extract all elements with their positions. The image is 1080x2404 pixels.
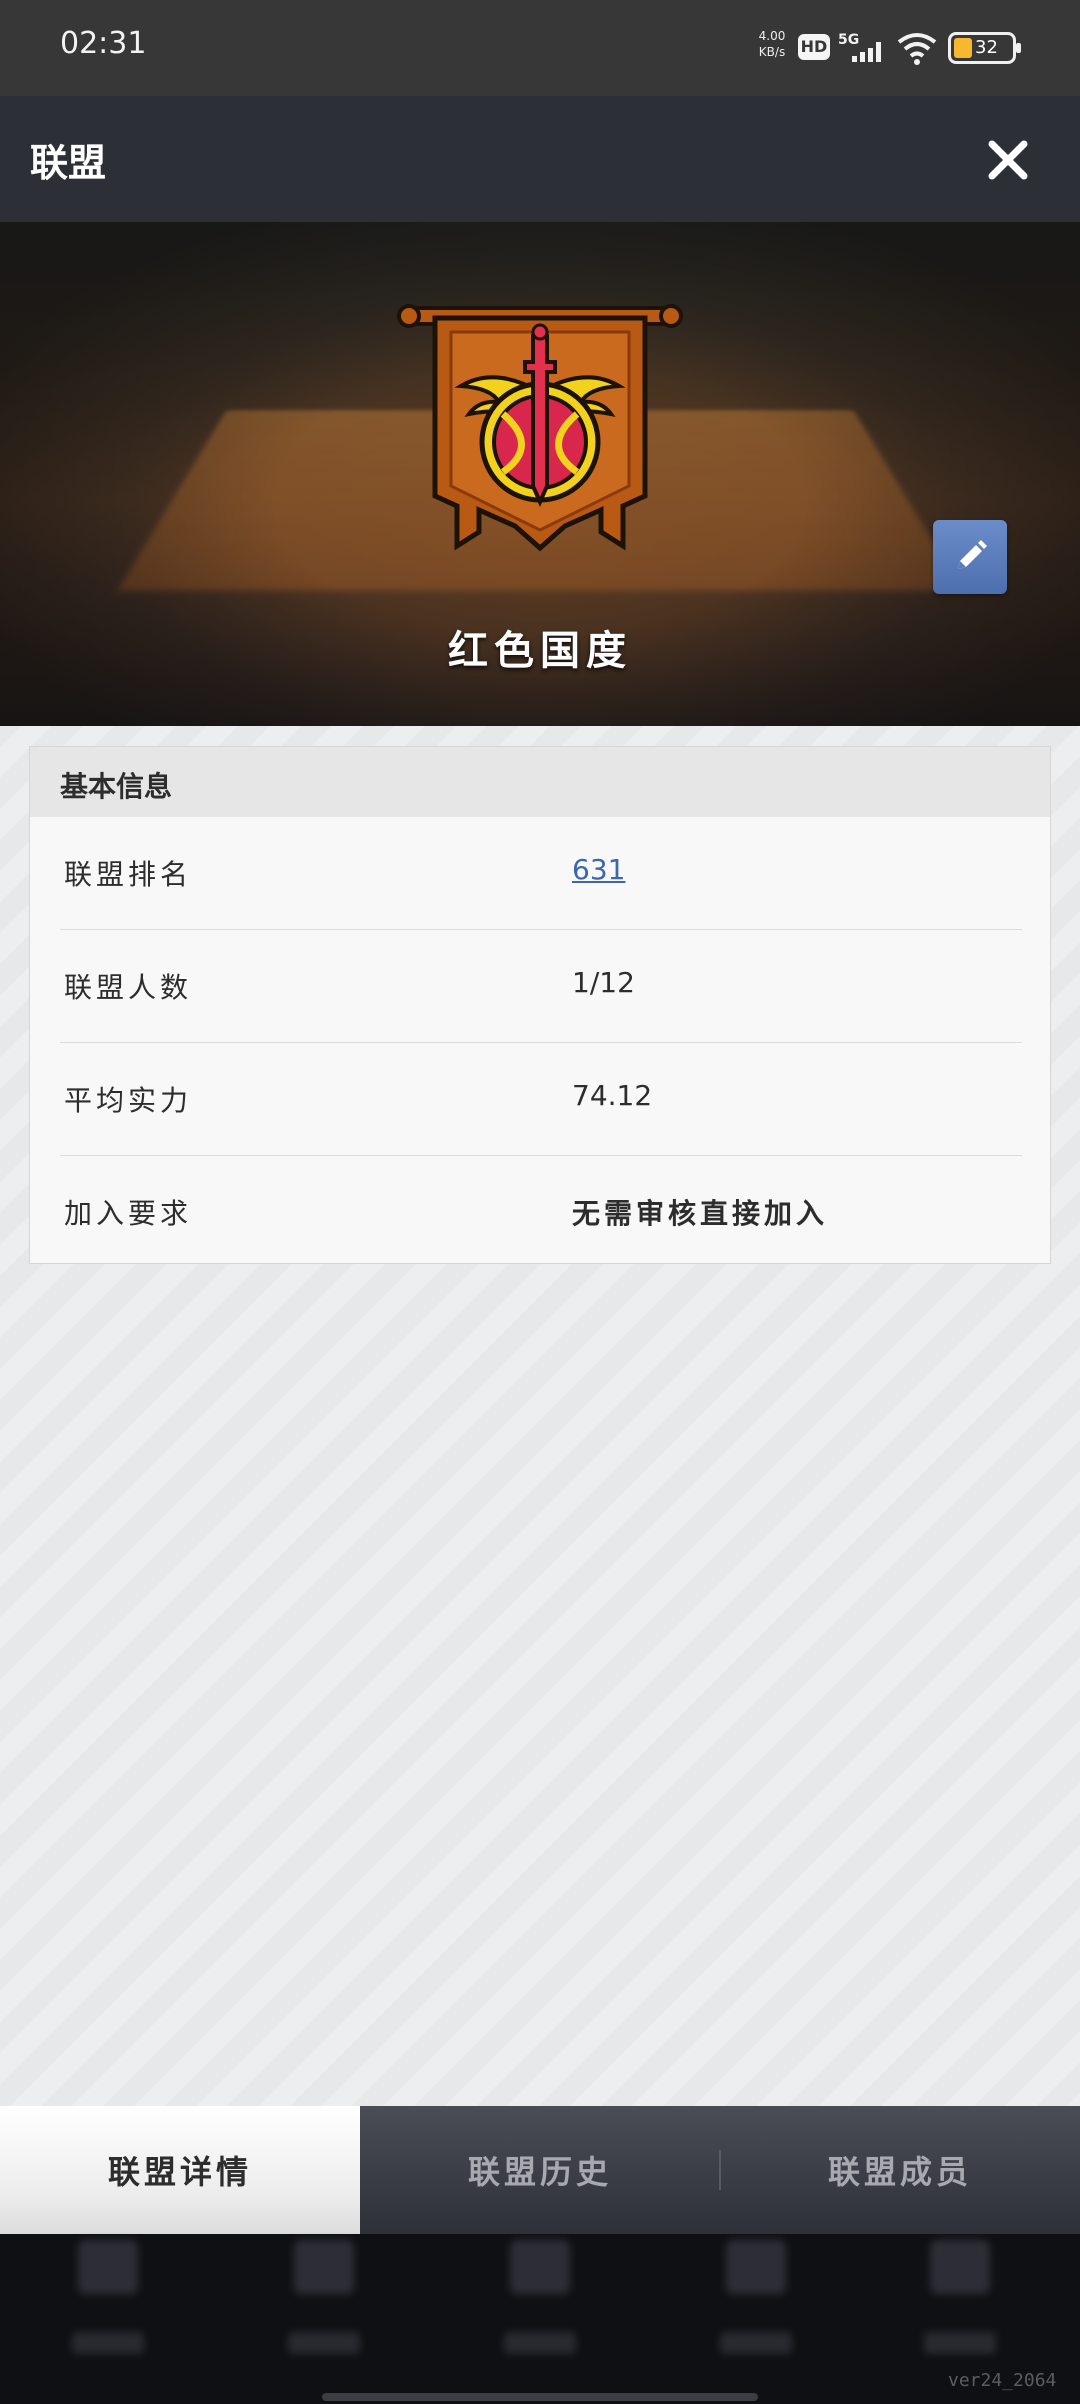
basic-info-card: 基本信息 联盟排名 631 联盟人数 1/12 平均实力 74.12 加入要求 …: [29, 746, 1051, 1264]
wifi-icon: [897, 33, 937, 65]
nav-icon: [930, 2240, 990, 2294]
nav-item[interactable]: [900, 2240, 1020, 2380]
row-label: 联盟排名: [64, 858, 193, 891]
info-row-join-requirement: 加入要求 无需审核直接加入: [60, 1156, 1022, 1268]
network-type-label: 5G: [838, 32, 859, 48]
tab-league-history[interactable]: 联盟历史: [360, 2106, 720, 2234]
nav-label-placeholder: [720, 2332, 792, 2354]
nav-label-placeholder: [72, 2332, 144, 2354]
edit-button[interactable]: [933, 520, 1007, 594]
nav-label-placeholder: [288, 2332, 360, 2354]
battery-fill: [954, 38, 972, 58]
card-header: 基本信息: [30, 747, 1050, 817]
battery-icon: 32: [948, 32, 1021, 64]
app-header: 联盟: [0, 96, 1080, 222]
row-value: 无需审核直接加入: [572, 1197, 829, 1230]
row-label: 加入要求: [64, 1197, 193, 1230]
hd-icon: HD: [798, 34, 830, 60]
status-time: 02:31: [60, 26, 147, 61]
nav-icon: [726, 2240, 786, 2294]
page-title: 联盟: [30, 141, 107, 185]
tab-league-details[interactable]: 联盟详情: [0, 2106, 360, 2234]
rank-link[interactable]: 631: [572, 853, 625, 886]
battery-cap: [1016, 43, 1021, 53]
team-logo: [397, 304, 683, 552]
row-label: 平均实力: [64, 1084, 193, 1117]
home-indicator[interactable]: [322, 2393, 758, 2401]
signal-5g-icon: 5G: [838, 32, 881, 62]
info-row-members: 联盟人数 1/12: [60, 930, 1022, 1043]
version-text: ver24_2064: [948, 2370, 1057, 2391]
tab-league-members[interactable]: 联盟成员: [720, 2106, 1080, 2234]
nav-icon: [78, 2240, 138, 2294]
row-value: 74.12: [572, 1079, 653, 1112]
app-screen: 02:31 4.00 KB/s HD 5G 32 联盟 红色国度 基本信息 联盟…: [0, 0, 1080, 2404]
nav-icon: [510, 2240, 570, 2294]
pencil-icon: [958, 540, 987, 569]
nav-item[interactable]: [264, 2240, 384, 2380]
nav-label-placeholder: [924, 2332, 996, 2354]
info-row-average-strength: 平均实力 74.12: [60, 1043, 1022, 1156]
tab-bar: 联盟详情 联盟历史 联盟成员: [0, 2106, 1080, 2234]
network-speed: 4.00 KB/s: [752, 28, 792, 60]
nav-icon: [294, 2240, 354, 2294]
bottom-nav: [0, 2234, 1080, 2404]
network-speed-value: 4.00: [758, 29, 786, 43]
nav-label-placeholder: [504, 2332, 576, 2354]
team-banner: 红色国度: [0, 222, 1080, 726]
info-row-rank: 联盟排名 631: [60, 817, 1022, 930]
nav-item[interactable]: [696, 2240, 816, 2380]
row-label: 联盟人数: [64, 971, 193, 1004]
status-bar: 02:31 4.00 KB/s HD 5G 32: [0, 0, 1080, 96]
nav-item[interactable]: [480, 2240, 600, 2380]
close-icon: [988, 140, 1028, 180]
close-button[interactable]: [980, 132, 1036, 188]
card-title: 基本信息: [60, 770, 173, 803]
row-value: 1/12: [572, 966, 635, 999]
nav-item[interactable]: [48, 2240, 168, 2380]
network-speed-unit: KB/s: [758, 45, 786, 59]
battery-level: 32: [975, 37, 998, 58]
team-name: 红色国度: [448, 628, 632, 674]
